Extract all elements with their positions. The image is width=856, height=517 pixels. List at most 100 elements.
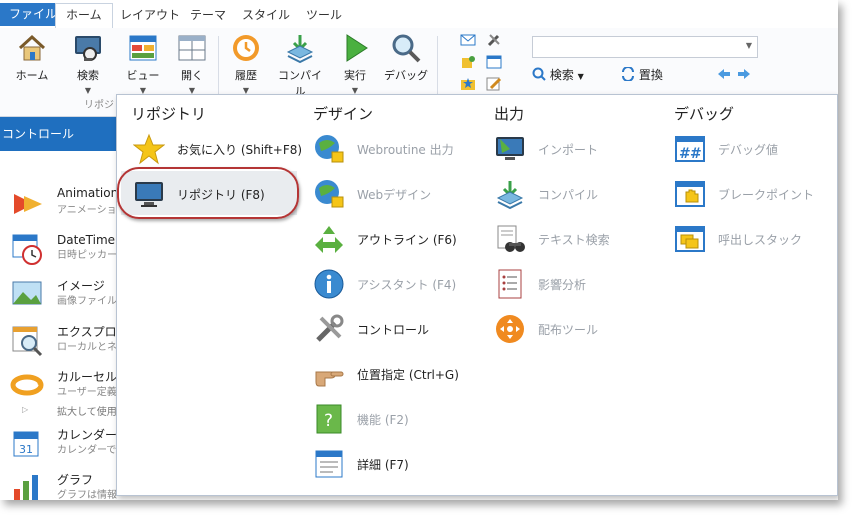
history-button[interactable]: 履歴 ▼ xyxy=(220,32,272,95)
play-icon xyxy=(346,34,368,62)
replace-button[interactable]: 置換 xyxy=(621,66,663,83)
details-icon xyxy=(315,450,343,478)
menu-item-label: アウトライン (F6) xyxy=(357,233,457,247)
tools-icon[interactable] xyxy=(486,32,502,48)
menu-item-label: 配布ツール xyxy=(538,323,599,337)
expand-arrow-icon[interactable]: ▷ xyxy=(22,405,28,414)
animation-icon xyxy=(14,194,42,214)
menu-item-webroutine-output[interactable]: Webroutine 出力 xyxy=(313,129,493,169)
magnifier-icon xyxy=(392,34,421,63)
tools-icon xyxy=(316,314,344,342)
replace-icon xyxy=(622,66,634,82)
graph-icon xyxy=(14,475,38,500)
hash-icon: # # xyxy=(675,136,705,162)
mail-icon[interactable] xyxy=(460,32,476,48)
help-book-icon: ? xyxy=(316,404,342,434)
tab-theme[interactable]: テーマ xyxy=(180,4,236,26)
menu-item-compile[interactable]: コンパイル xyxy=(494,174,674,214)
replace-label: 置換 xyxy=(638,68,663,82)
explorer-icon xyxy=(12,326,43,357)
run-button[interactable]: 実行 ▼ xyxy=(329,32,381,95)
open-button[interactable]: 開く ▼ xyxy=(166,32,218,95)
home-icon xyxy=(18,34,46,61)
import-icon xyxy=(496,137,524,160)
puzzle-icon[interactable] xyxy=(460,54,476,70)
star-icon xyxy=(133,133,165,165)
info-icon xyxy=(314,269,344,299)
forward-arrow-icon[interactable] xyxy=(737,68,751,80)
control-panel-header: コントロール xyxy=(0,117,120,151)
view-button[interactable]: ビュー ▼ xyxy=(117,32,169,95)
find-label: 検索 xyxy=(549,68,574,82)
menu-item-features[interactable]: ? 機能 (F2) xyxy=(313,399,493,439)
menu-item-label: Webデザイン xyxy=(357,188,432,202)
section-header-output: 出力 xyxy=(494,105,525,123)
home-button[interactable]: ホーム xyxy=(6,32,58,83)
menu-bar: ファイル ホーム レイアウト テーマ スタイル ツール xyxy=(0,0,838,29)
search-combo-input[interactable]: ▼ xyxy=(532,36,758,58)
menu-item-label: 呼出しスタック xyxy=(718,233,803,247)
outline-arrows-icon xyxy=(315,226,343,253)
star-folder-icon[interactable] xyxy=(460,76,476,92)
expand-label[interactable]: 拡大して使用 xyxy=(57,403,117,418)
view-label: ビュー xyxy=(126,69,160,82)
search-label: 検索 xyxy=(77,69,99,82)
debug-button[interactable]: デバッグ xyxy=(380,32,432,83)
edit-icon[interactable] xyxy=(486,76,502,92)
compile-icon xyxy=(496,181,524,210)
menu-item-label: Webroutine 出力 xyxy=(357,143,454,157)
binoculars-icon xyxy=(497,225,525,252)
section-header-debug: デバッグ xyxy=(674,105,735,123)
menu-item-import[interactable]: インポート xyxy=(494,129,674,169)
tab-tool[interactable]: ツール xyxy=(296,4,352,26)
history-icon xyxy=(233,35,259,61)
menu-item-debug-values[interactable]: # # デバッグ値 xyxy=(674,129,838,169)
calendar-clock-icon xyxy=(12,234,42,265)
menu-item-text-search[interactable]: テキスト検索 xyxy=(494,219,674,259)
debug-label: デバッグ xyxy=(384,69,428,82)
menu-item-impact-analysis[interactable]: 影響分析 xyxy=(494,264,674,304)
back-arrow-icon[interactable] xyxy=(717,68,731,80)
home-label: ホーム xyxy=(15,69,49,82)
pointing-hand-icon xyxy=(315,371,344,387)
menu-item-label: アシスタント (F4) xyxy=(357,278,457,292)
window-icon[interactable] xyxy=(486,54,502,70)
open-label: 開く xyxy=(181,69,203,82)
open-window-icon xyxy=(178,35,206,61)
globe-lock-icon xyxy=(315,135,344,163)
menu-item-label: 位置指定 (Ctrl+G) xyxy=(357,368,459,382)
view-layout-icon xyxy=(129,35,157,61)
svg-text:#: # xyxy=(690,146,702,162)
tab-style[interactable]: スタイル xyxy=(232,4,300,26)
search-monitor-icon xyxy=(75,36,101,61)
menu-item-label: お気に入り (Shift+F8) xyxy=(177,143,303,157)
menu-item-goto[interactable]: 位置指定 (Ctrl+G) xyxy=(313,354,493,394)
menu-item-label: 影響分析 xyxy=(538,278,587,292)
calendar-icon: 31 xyxy=(13,431,39,457)
stack-icon xyxy=(675,226,705,252)
menu-item-outline[interactable]: アウトライン (F6) xyxy=(313,219,493,259)
svg-text:?: ? xyxy=(324,411,333,431)
menu-item-assistant[interactable]: アシスタント (F4) xyxy=(313,264,493,304)
chevron-down-icon[interactable]: ▼ xyxy=(746,41,752,50)
menu-item-call-stack[interactable]: 呼出しスタック xyxy=(674,219,838,259)
menu-item-repository[interactable]: リポジトリ (F8) xyxy=(133,174,313,214)
menu-item-controls[interactable]: コントロール xyxy=(313,309,493,349)
menu-item-deploy-tool[interactable]: 配布ツール xyxy=(494,309,674,349)
find-button[interactable]: 検索 ▼ xyxy=(532,66,584,83)
chevron-down-icon: ▼ xyxy=(84,86,92,95)
menu-item-label: ブレークポイント xyxy=(718,188,815,202)
tab-home[interactable]: ホーム xyxy=(55,3,113,29)
tab-layout[interactable]: レイアウト xyxy=(110,4,190,26)
section-header-design: デザイン xyxy=(313,105,374,123)
menu-item-breakpoints[interactable]: ブレークポイント xyxy=(674,174,838,214)
menu-item-label: 機能 (F2) xyxy=(357,413,409,427)
breakpoint-hand-icon xyxy=(675,181,705,207)
menu-item-details[interactable]: 詳細 (F7) xyxy=(313,444,493,484)
menu-item-favorites[interactable]: お気に入り (Shift+F8) xyxy=(133,129,313,169)
menu-item-label: 詳細 (F7) xyxy=(357,458,409,472)
menu-item-web-design[interactable]: Webデザイン xyxy=(313,174,493,214)
search-button[interactable]: 検索 ▼ xyxy=(62,32,114,95)
run-label: 実行 xyxy=(344,69,366,82)
compile-icon xyxy=(286,35,314,64)
